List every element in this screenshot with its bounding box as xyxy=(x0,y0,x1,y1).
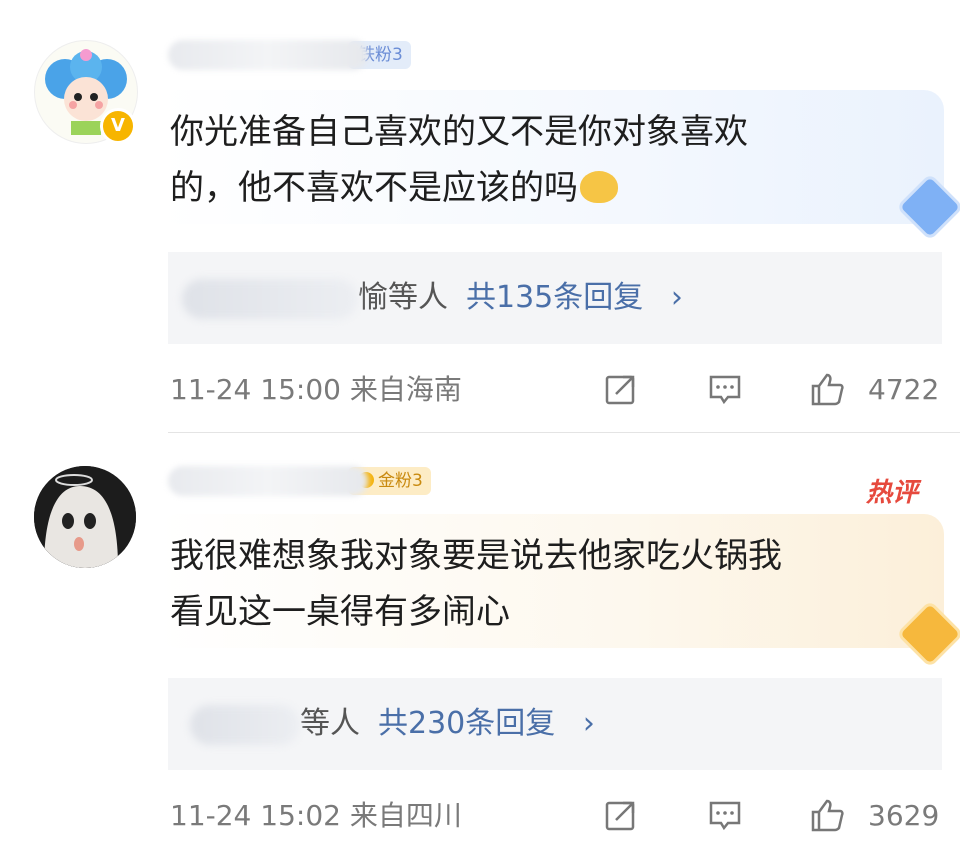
timestamp: 11-24 15:00 xyxy=(170,373,341,406)
comment-text[interactable]: 你光准备自己喜欢的又不是你对象喜欢 的，他不喜欢不是应该的吗 xyxy=(158,90,944,224)
reply-users-blurred xyxy=(182,278,358,319)
comment-footer: 11-24 15:00 来自海南 4722 xyxy=(170,370,942,410)
like-icon[interactable] xyxy=(810,798,844,832)
fan-level-label: 金粉3 xyxy=(378,471,423,491)
comment-text-line: 看见这一桌得有多闹心 xyxy=(170,592,510,632)
share-icon[interactable] xyxy=(604,798,638,832)
reply-users-suffix: 等人 xyxy=(300,706,360,741)
comment-text[interactable]: 我很难想象我对象要是说去他家吃火锅我 看见这一桌得有多闹心 xyxy=(158,514,944,648)
like-count: 3629 xyxy=(868,799,940,832)
chevron-right-icon: › xyxy=(582,706,595,741)
like-icon[interactable] xyxy=(810,372,844,406)
verified-badge-icon: V xyxy=(100,108,136,144)
comment-text-line2: 的，他不喜欢不是应该的吗 xyxy=(170,168,578,208)
timestamp-location: 11-24 15:02 来自四川 xyxy=(170,796,462,836)
timestamp: 11-24 15:02 xyxy=(170,799,341,832)
comment-text-line: 你光准备自己喜欢的又不是你对象喜欢 xyxy=(170,112,748,152)
reply-count-link[interactable]: 共135条回复 xyxy=(466,280,643,315)
reply-summary[interactable]: 等人 共230条回复 › xyxy=(168,678,942,770)
timestamp-location: 11-24 15:00 来自海南 xyxy=(170,370,462,410)
avatar-illustration xyxy=(34,466,136,568)
comment-footer: 11-24 15:02 来自四川 3629 xyxy=(170,796,942,836)
comment-item: V 铁粉3 你光准备自己喜欢的又不是你对象喜欢 的，他不喜欢不是应该的吗 愉等人… xyxy=(0,0,960,432)
username-blurred[interactable] xyxy=(168,466,368,496)
reply-summary[interactable]: 愉等人 共135条回复 › xyxy=(168,252,942,344)
username-row[interactable]: 金粉3 xyxy=(168,466,431,500)
like-count: 4722 xyxy=(868,373,940,406)
username-row[interactable]: 铁粉3 xyxy=(168,40,411,74)
share-icon[interactable] xyxy=(604,372,638,406)
reply-users-blurred xyxy=(190,704,300,745)
comment-text-line: 我很难想象我对象要是说去他家吃火锅我 xyxy=(170,536,782,576)
reply-users-suffix: 愉等人 xyxy=(358,280,448,315)
comment-icon[interactable] xyxy=(708,372,742,406)
location: 来自海南 xyxy=(349,373,462,406)
avatar[interactable] xyxy=(34,466,136,568)
chevron-right-icon: › xyxy=(670,280,683,315)
hot-comment-tag: 热评 xyxy=(866,478,919,508)
comment-icon[interactable] xyxy=(708,798,742,832)
comment-text-line: 的，他不喜欢不是应该的吗 xyxy=(170,160,934,216)
username-blurred[interactable] xyxy=(168,40,368,70)
reply-count-link[interactable]: 共230条回复 xyxy=(378,706,555,741)
location: 来自四川 xyxy=(349,799,462,832)
emoji-icon xyxy=(580,171,618,203)
comment-item: 金粉3 热评 我很难想象我对象要是说去他家吃火锅我 看见这一桌得有多闹心 等人共… xyxy=(0,432,960,863)
